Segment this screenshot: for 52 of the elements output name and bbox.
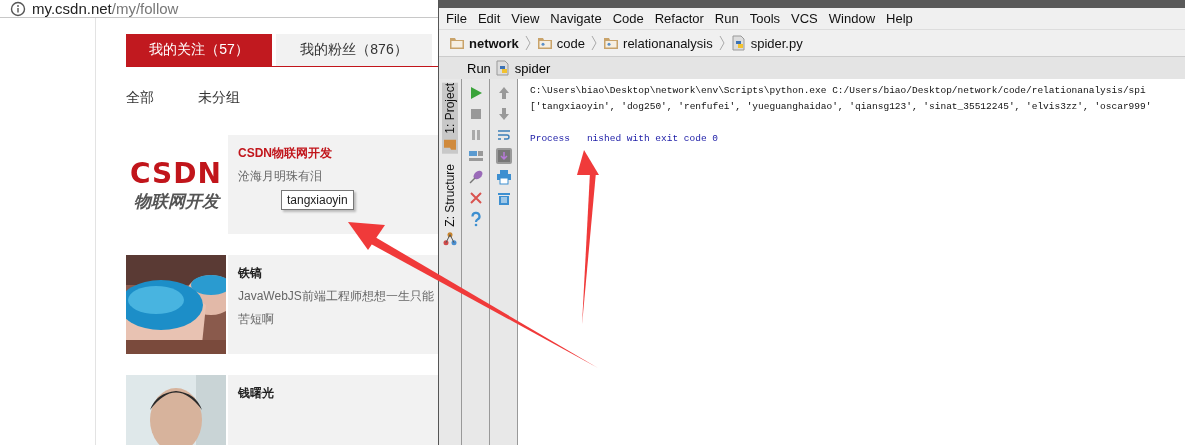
menu-item[interactable]: Refactor [654, 11, 704, 26]
menu-item[interactable]: Navigate [550, 11, 602, 26]
user-name[interactable]: 铁镐 [238, 265, 438, 282]
print-icon[interactable] [495, 169, 512, 185]
menu-item[interactable]: Code [612, 11, 644, 26]
menu-item[interactable]: Help [886, 11, 913, 26]
package-folder-icon [536, 35, 553, 51]
structure-icon [442, 230, 458, 247]
menu-item[interactable]: Window [828, 11, 876, 26]
console-text: nished with exit code 0 [586, 132, 719, 146]
chevron-icon [718, 35, 725, 51]
logo-mark: CSDN [130, 156, 222, 190]
breadcrumb[interactable]: relationanalysis [623, 35, 713, 51]
user-name[interactable]: 钱曙光 [238, 385, 438, 402]
menu-item[interactable]: Run [714, 11, 739, 26]
tab[interactable]: 我的粉丝（876） [276, 34, 432, 66]
chevron-icon [524, 35, 531, 51]
menu-item[interactable]: Edit [477, 11, 501, 26]
user-description: 苦短啊 [238, 311, 275, 328]
tooltip: tangxiaoyin [281, 190, 354, 210]
filter-link[interactable]: 全部 [126, 89, 154, 107]
tool-window-tab[interactable]: 1: Project [442, 83, 458, 154]
chevron-icon [591, 35, 598, 51]
console-line: ['tangxiaoyin', 'dog250', 'renfufei', 'yueguanghaidao', 'qiansg123', 'sinat_35512245', 'elvis3zz', 'oscar999' [530, 100, 1153, 114]
user-description: JavaWebJS前端工程师想想一生只能 [238, 288, 435, 305]
info-icon[interactable] [10, 0, 26, 17]
close-icon[interactable] [467, 190, 484, 206]
user-description: 沧海月明珠有泪 [238, 168, 323, 185]
tab[interactable]: 我的关注（57） [126, 34, 272, 66]
tool-window-tab[interactable]: Z: Structure [442, 163, 458, 247]
console-line: C:\Users\biao\Desktop\network\env\Scripts\python.exe C:/Users/biao/Desktop/network/code/relationanalysis/spi [530, 84, 1147, 98]
breadcrumb[interactable]: spider.py [750, 35, 803, 51]
package-folder-icon [603, 35, 620, 51]
breadcrumb[interactable]: code [556, 35, 586, 51]
address-bar[interactable]: my.csdn.net/my/follow [32, 0, 179, 17]
user-name[interactable]: CSDN物联网开发 [238, 145, 438, 162]
menu-item[interactable]: VCS [791, 11, 818, 26]
layout-icon[interactable] [467, 148, 484, 164]
run-config-name: spider [514, 60, 551, 76]
soft-wrap-icon[interactable] [495, 127, 512, 143]
menu-item[interactable]: Tools [749, 11, 781, 26]
logo-caption: 物联网开发 [133, 190, 219, 213]
scroll-to-end-icon[interactable] [495, 148, 512, 164]
menu-item[interactable]: View [511, 11, 540, 26]
breadcrumb[interactable]: network [469, 35, 519, 51]
python-file-icon [730, 35, 747, 51]
filter-link[interactable]: 未分组 [198, 89, 240, 107]
python-file-icon [494, 60, 511, 76]
menu-item[interactable]: File [446, 11, 467, 26]
console-text: Process [530, 132, 570, 146]
run-label: Run [467, 60, 491, 76]
folder-icon [449, 35, 465, 51]
